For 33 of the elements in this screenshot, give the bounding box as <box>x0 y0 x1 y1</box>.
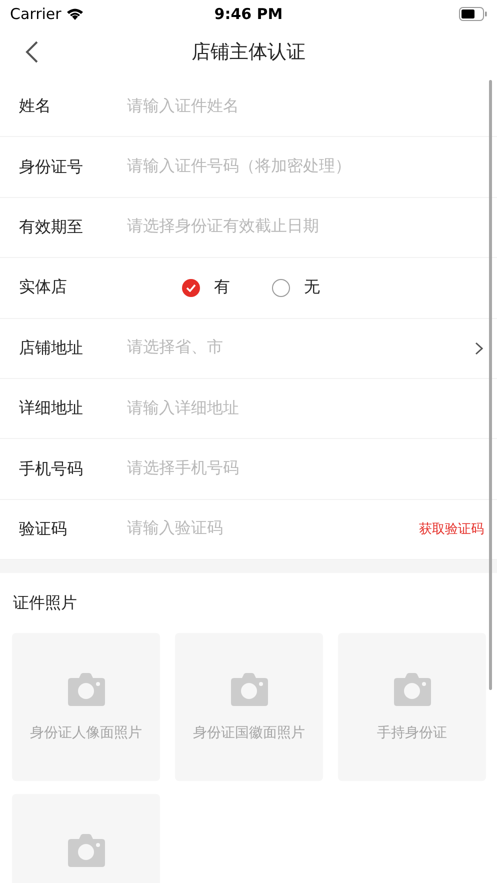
radio-option[interactable]: 有 <box>182 277 230 298</box>
page-title: 店铺主体认证 <box>192 40 306 65</box>
field-label: 姓名 <box>19 96 52 118</box>
radio-option[interactable]: 无 <box>272 277 320 298</box>
input-field[interactable]: 请输入证件姓名 <box>127 98 483 116</box>
field-label: 有效期至 <box>19 216 84 238</box>
input-field[interactable]: 请选择手机号码 <box>127 460 483 478</box>
input-field[interactable]: 请输入验证码 <box>127 520 419 538</box>
get-code-button[interactable]: 获取验证码 <box>419 520 484 538</box>
clock-time: 9:46 PM <box>214 4 283 22</box>
scrollbar[interactable] <box>489 80 492 690</box>
wifi-icon <box>66 7 84 20</box>
section-title: 证件照片 <box>12 592 78 614</box>
field-label: 详细地址 <box>19 398 84 420</box>
input-field[interactable]: 请选择身份证有效截止日期 <box>127 218 483 236</box>
chevron-right-icon <box>475 342 483 355</box>
photo-upload-tile[interactable]: 手持身份证 <box>338 633 486 782</box>
camera-icon <box>230 673 268 706</box>
carrier-name: Carrier <box>10 4 62 22</box>
field-label: 验证码 <box>19 518 68 540</box>
photo-upload-tile[interactable]: 身份证国徽面照片 <box>175 633 323 782</box>
field-label: 店铺地址 <box>19 338 84 359</box>
photo-upload-tile[interactable]: 身份证人像面照片 <box>12 633 160 782</box>
field-label: 手机号码 <box>19 458 84 480</box>
tile-label: 手持身份证 <box>377 724 447 742</box>
field-label: 实体店 <box>19 277 68 298</box>
battery-icon <box>458 6 487 20</box>
tile-label: 身份证国徽面照片 <box>193 724 305 742</box>
field-label: 身份证号 <box>19 156 84 178</box>
camera-icon <box>68 834 104 868</box>
camera-icon <box>68 673 104 706</box>
tile-label: 身份证人像面照片 <box>30 724 142 742</box>
camera-icon <box>394 673 430 706</box>
